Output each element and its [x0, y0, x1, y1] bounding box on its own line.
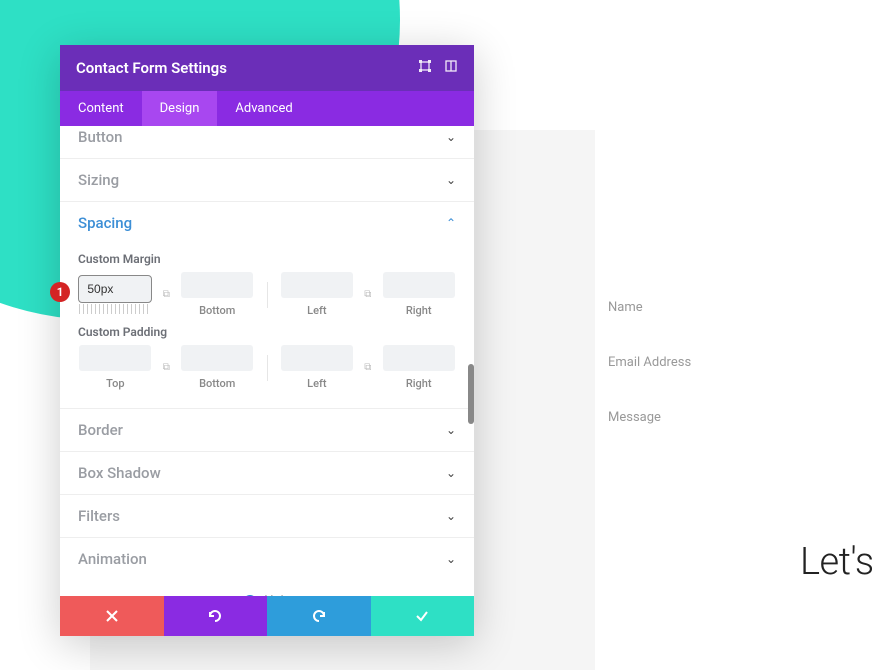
tab-content[interactable]: Content — [60, 91, 142, 126]
padding-left-label: Left — [307, 377, 326, 390]
expand-icon[interactable] — [418, 59, 432, 77]
link-icon[interactable]: ⧉ — [364, 362, 371, 373]
margin-top-slider[interactable] — [79, 304, 151, 314]
padding-inputs-row: Top ⧉ Bottom Left ⧉ Right — [78, 345, 456, 390]
link-icon[interactable]: ⧉ — [163, 362, 170, 373]
separator — [267, 282, 268, 308]
padding-right-input[interactable] — [383, 345, 455, 371]
section-button[interactable]: Button ⌄ — [60, 126, 474, 159]
padding-right-col: Right — [381, 345, 456, 390]
link-icon[interactable]: ⧉ — [364, 289, 371, 300]
panel-header: Contact Form Settings — [60, 45, 474, 91]
panel-tabs: Content Design Advanced — [60, 91, 474, 126]
padding-left-input[interactable] — [281, 345, 353, 371]
check-icon — [415, 609, 429, 623]
custom-padding-label: Custom Padding — [78, 325, 456, 339]
confirm-button[interactable] — [371, 596, 475, 636]
margin-bottom-input[interactable] — [181, 272, 253, 298]
chevron-down-icon: ⌄ — [446, 173, 456, 187]
padding-bottom-label: Bottom — [199, 377, 235, 390]
panel-title: Contact Form Settings — [76, 59, 227, 77]
padding-top-input[interactable] — [79, 345, 151, 371]
padding-bottom-col: Bottom — [180, 345, 255, 390]
panel-footer — [60, 596, 474, 636]
separator — [267, 355, 268, 381]
margin-right-label: Right — [406, 304, 432, 317]
redo-icon — [311, 608, 327, 624]
message-field-placeholder[interactable]: Message — [608, 410, 880, 425]
annotation-badge-1: 1 — [50, 282, 70, 302]
undo-button[interactable] — [164, 596, 268, 636]
section-button-label: Button — [78, 128, 123, 146]
chevron-down-icon: ⌄ — [446, 423, 456, 437]
help-label: Help — [264, 594, 291, 596]
margin-right-input[interactable] — [383, 272, 455, 298]
margin-bottom-col: Bottom — [180, 272, 255, 317]
margin-inputs-row: ⧉ Bottom Left ⧉ Right — [78, 272, 456, 317]
close-icon — [106, 610, 118, 622]
panel-header-actions — [418, 59, 458, 77]
padding-left-col: Left — [280, 345, 355, 390]
section-animation[interactable]: Animation ⌄ — [60, 538, 474, 580]
section-border[interactable]: Border ⌄ — [60, 409, 474, 452]
margin-left-label: Left — [307, 304, 326, 317]
cancel-button[interactable] — [60, 596, 164, 636]
section-animation-label: Animation — [78, 550, 147, 568]
section-box-shadow-label: Box Shadow — [78, 464, 161, 482]
padding-right-label: Right — [406, 377, 432, 390]
link-icon[interactable]: ⧉ — [163, 289, 170, 300]
help-row[interactable]: ? Help — [60, 580, 474, 596]
chevron-down-icon: ⌄ — [446, 466, 456, 480]
settings-panel: 1 Contact Form Settings Content Design A… — [60, 45, 474, 636]
tab-advanced[interactable]: Advanced — [217, 91, 310, 126]
redo-button[interactable] — [267, 596, 371, 636]
section-spacing[interactable]: Spacing ⌃ — [60, 202, 474, 244]
undo-icon — [207, 608, 223, 624]
padding-top-col: Top — [78, 345, 153, 390]
chevron-down-icon: ⌄ — [446, 552, 456, 566]
panel-body: Button ⌄ Sizing ⌄ Spacing ⌃ Custom Margi… — [60, 126, 474, 596]
section-sizing-label: Sizing — [78, 171, 119, 189]
contact-form: Name Email Address Message — [608, 300, 880, 465]
section-filters-label: Filters — [78, 507, 120, 525]
section-box-shadow[interactable]: Box Shadow ⌄ — [60, 452, 474, 495]
heading-lets: Let's — [800, 540, 874, 584]
section-border-label: Border — [78, 421, 123, 439]
email-field-placeholder[interactable]: Email Address — [608, 355, 880, 370]
chevron-up-icon: ⌃ — [446, 216, 456, 230]
chevron-down-icon: ⌄ — [446, 130, 456, 144]
spacing-content: Custom Margin ⧉ Bottom Left ⧉ — [60, 252, 474, 409]
padding-top-label: Top — [106, 377, 124, 390]
margin-left-input[interactable] — [281, 272, 353, 298]
help-icon: ? — [243, 595, 257, 596]
snap-icon[interactable] — [444, 59, 458, 77]
margin-left-col: Left — [280, 272, 355, 317]
margin-right-col: Right — [381, 272, 456, 317]
name-field-placeholder[interactable]: Name — [608, 300, 880, 315]
tab-design[interactable]: Design — [142, 91, 218, 126]
custom-margin-label: Custom Margin — [78, 252, 456, 266]
margin-top-col — [78, 276, 153, 314]
section-sizing[interactable]: Sizing ⌄ — [60, 159, 474, 202]
scrollbar-thumb[interactable] — [468, 364, 474, 424]
margin-top-input[interactable] — [79, 276, 151, 302]
padding-bottom-input[interactable] — [181, 345, 253, 371]
margin-bottom-label: Bottom — [199, 304, 235, 317]
section-spacing-label: Spacing — [78, 214, 132, 232]
chevron-down-icon: ⌄ — [446, 509, 456, 523]
section-filters[interactable]: Filters ⌄ — [60, 495, 474, 538]
